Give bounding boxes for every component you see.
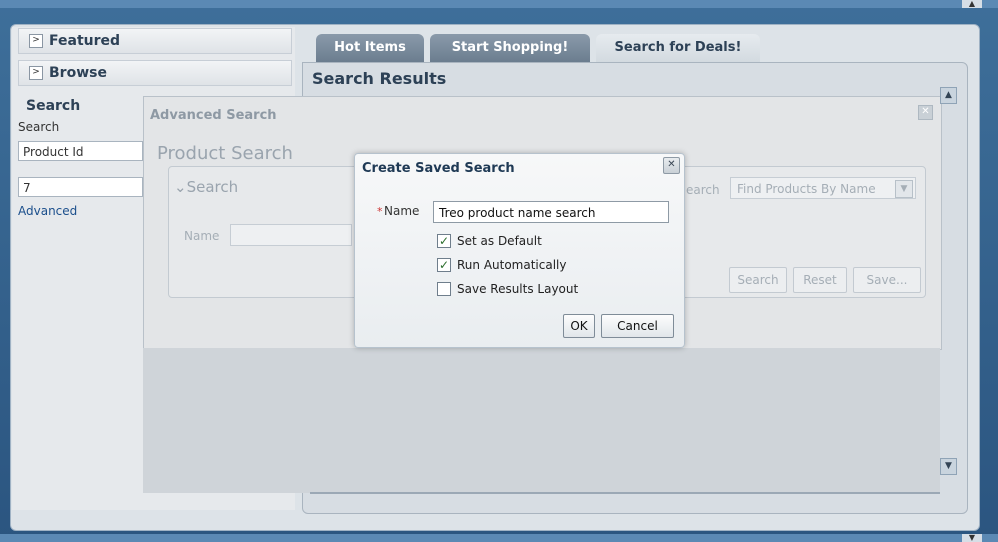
- scroll-down-arrow-icon[interactable]: ▼: [962, 534, 982, 542]
- tab-hot-items[interactable]: Hot Items: [316, 34, 424, 62]
- browse-label: Browse: [49, 65, 107, 81]
- search-value-input[interactable]: 7: [18, 177, 143, 197]
- chevron-right-icon: >: [29, 66, 43, 80]
- chevron-down-icon: ⌄: [174, 178, 187, 196]
- advanced-search-title: Advanced Search: [150, 108, 277, 123]
- scroll-up-arrow-icon[interactable]: ▲: [962, 0, 982, 8]
- saved-search-value: Find Products By Name: [737, 182, 876, 196]
- product-search-title: Product Search: [157, 143, 293, 164]
- chevron-right-icon: >: [29, 34, 43, 48]
- search-toggle-label: Search: [186, 178, 239, 196]
- name-input[interactable]: Treo product name search: [433, 201, 669, 223]
- search-button[interactable]: Search: [729, 267, 787, 293]
- checkbox-checked-icon: ✓: [437, 233, 451, 248]
- search-field-select[interactable]: Product Id: [18, 141, 143, 161]
- run-automatically-label: Run Automatically: [457, 258, 567, 272]
- ok-button[interactable]: OK: [563, 314, 595, 338]
- close-icon[interactable]: ✕: [663, 157, 680, 174]
- save-results-layout-label: Save Results Layout: [457, 282, 579, 296]
- checkbox-checked-icon: ✓: [437, 257, 451, 272]
- search-label: Search: [18, 120, 60, 134]
- name-input[interactable]: [230, 224, 352, 246]
- chevron-down-icon: ▼: [895, 180, 913, 198]
- save-button[interactable]: Save...: [853, 267, 921, 293]
- accordion-featured[interactable]: > Featured: [18, 28, 292, 54]
- page-title: Search Results: [312, 69, 447, 88]
- saved-search-select[interactable]: Find Products By Name ▼: [730, 177, 916, 199]
- name-label: Name: [384, 204, 420, 218]
- divider: [310, 492, 940, 494]
- saved-search-label: earch: [686, 183, 720, 197]
- top-strip: [0, 0, 998, 8]
- tab-search-for-deals[interactable]: Search for Deals!: [596, 34, 760, 62]
- checkbox-unchecked-icon: [437, 281, 451, 296]
- bottom-strip: [0, 534, 998, 542]
- advanced-link[interactable]: Advanced: [18, 204, 77, 218]
- dialog-title: Create Saved Search: [362, 161, 515, 176]
- required-marker: *: [377, 205, 383, 218]
- name-label: Name: [184, 229, 220, 243]
- tab-start-shopping[interactable]: Start Shopping!: [430, 34, 590, 62]
- reset-button[interactable]: Reset: [793, 267, 847, 293]
- featured-label: Featured: [49, 33, 121, 49]
- set-default-checkbox[interactable]: ✓ Set as Default: [437, 233, 542, 251]
- cancel-button[interactable]: Cancel: [601, 314, 674, 338]
- set-default-label: Set as Default: [457, 234, 542, 248]
- close-icon[interactable]: ✕: [918, 105, 933, 120]
- scroll-up-icon[interactable]: ▲: [940, 87, 957, 104]
- accordion-browse[interactable]: > Browse: [18, 60, 292, 86]
- run-automatically-checkbox[interactable]: ✓ Run Automatically: [437, 257, 567, 275]
- scroll-down-icon[interactable]: ▼: [940, 458, 957, 475]
- save-results-layout-checkbox[interactable]: Save Results Layout: [437, 281, 578, 299]
- search-toggle[interactable]: ⌄Search: [174, 178, 238, 196]
- results-area: [143, 348, 940, 493]
